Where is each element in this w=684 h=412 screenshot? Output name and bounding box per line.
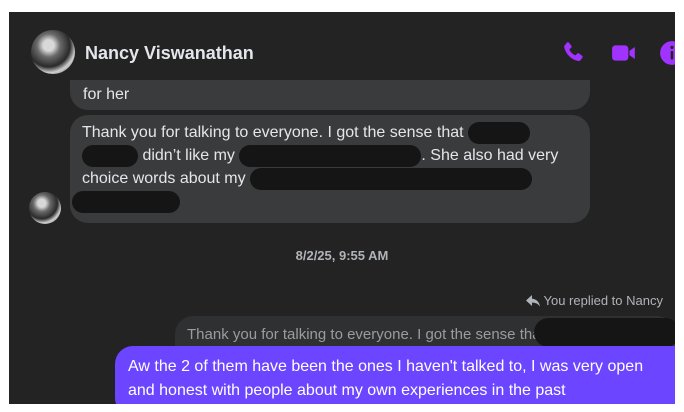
reply-indicator: You replied to Nancy	[525, 293, 664, 308]
incoming-text-part1: Thank you for talking to everyone. I got…	[82, 124, 464, 141]
incoming-text-part4: choice words about my	[82, 170, 246, 187]
outgoing-message-bubble[interactable]: Aw the 2 of them have been the ones I ha…	[115, 346, 675, 404]
outgoing-message-text: Aw the 2 of them have been the ones I ha…	[128, 358, 644, 399]
redaction	[468, 121, 531, 144]
phone-icon[interactable]	[560, 40, 586, 66]
previous-message-text: for her	[83, 86, 130, 103]
video-camera-icon[interactable]	[611, 40, 637, 66]
redaction	[82, 144, 138, 167]
message-timestamp: 8/2/25, 9:55 AM	[295, 248, 389, 263]
sender-avatar[interactable]	[29, 192, 61, 224]
redaction	[72, 190, 180, 213]
incoming-message-bubble[interactable]: Thank you for talking to everyone. I got…	[70, 115, 590, 223]
chat-window: Nancy Viswanathan for her Thank you for …	[9, 12, 675, 404]
reply-note-text: You replied to Nancy	[543, 293, 664, 308]
redaction	[239, 144, 422, 167]
redaction	[250, 167, 533, 190]
incoming-text-part2: didn’t like my	[142, 147, 235, 164]
redaction	[534, 318, 675, 347]
previous-message-bubble[interactable]: for her	[70, 80, 590, 110]
chat-header: Nancy Viswanathan	[9, 12, 675, 86]
contact-avatar[interactable]	[31, 30, 75, 74]
incoming-text-part3: . She also had very	[421, 147, 559, 164]
contact-name[interactable]: Nancy Viswanathan	[85, 43, 254, 64]
info-icon[interactable]	[659, 40, 675, 66]
reply-arrow-icon	[525, 295, 540, 307]
quoted-message-text: Thank you for talking to everyone. I got…	[187, 326, 545, 343]
